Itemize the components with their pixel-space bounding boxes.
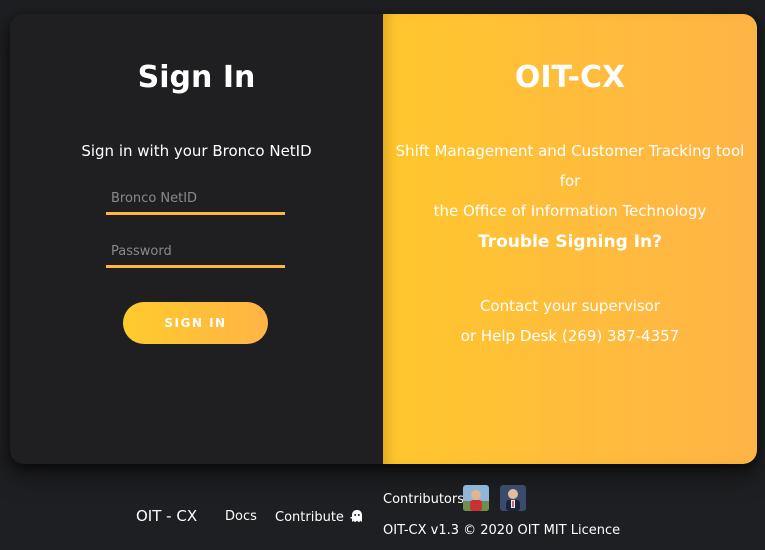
contributor-avatar[interactable] xyxy=(500,485,526,511)
signin-subtitle: Sign in with your Bronco NetID xyxy=(81,142,312,160)
ghost-icon xyxy=(350,509,364,525)
contributor-avatar[interactable] xyxy=(463,485,489,511)
contribute-link[interactable]: Contribute xyxy=(275,509,364,525)
netid-input[interactable] xyxy=(106,185,285,212)
info-panel: OIT-CX Shift Management and Customer Tra… xyxy=(383,14,757,464)
contributors-label: Contributors xyxy=(383,492,464,507)
password-input[interactable] xyxy=(106,238,285,265)
signin-panel: Sign In Sign in with your Bronco NetID S… xyxy=(10,14,383,464)
description-line-1: Shift Management and Customer Tracking t… xyxy=(395,142,745,190)
trouble-heading: Trouble Signing In? xyxy=(478,232,662,252)
signin-title: Sign In xyxy=(137,60,256,95)
netid-field-wrapper xyxy=(106,185,285,215)
contact-info: Contact your supervisor or Help Desk (26… xyxy=(383,291,757,351)
app-description: Shift Management and Customer Tracking t… xyxy=(383,136,757,226)
app-title: OIT-CX xyxy=(514,60,626,95)
contribute-label: Contribute xyxy=(275,509,344,525)
password-field-wrapper xyxy=(106,238,285,268)
version-text: OIT-CX v1.3 © 2020 OIT MIT Licence xyxy=(383,523,621,538)
login-card: Sign In Sign in with your Bronco NetID S… xyxy=(10,14,757,464)
contact-line-2: or Help Desk (269) 387-4357 xyxy=(460,327,680,345)
contact-line-1: Contact your supervisor xyxy=(479,297,661,315)
description-line-2: the Office of Information Technology xyxy=(433,202,707,220)
signin-button[interactable]: SIGN IN xyxy=(123,302,268,344)
footer-brand: OIT - CX xyxy=(136,507,198,525)
login-page: Sign In Sign in with your Bronco NetID S… xyxy=(0,0,765,550)
docs-link[interactable]: Docs xyxy=(225,509,257,524)
